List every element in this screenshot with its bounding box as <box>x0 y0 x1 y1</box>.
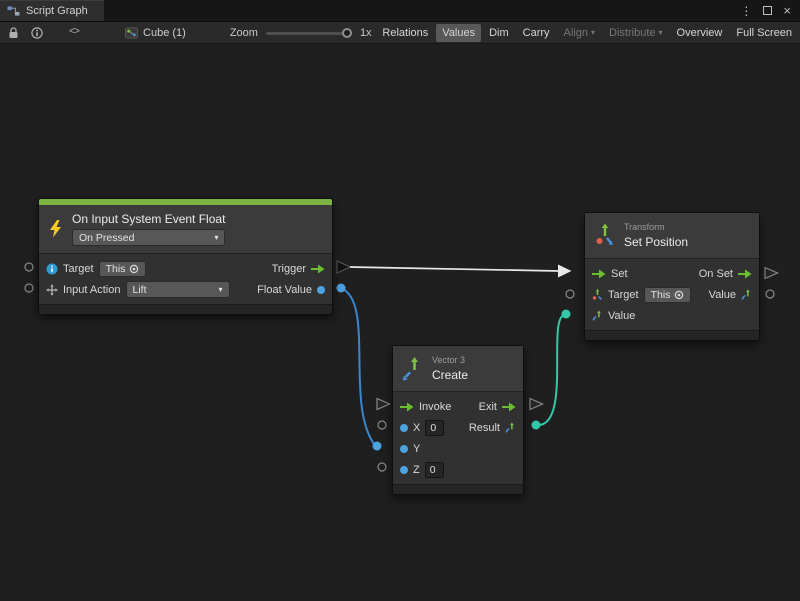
setposition-node-footer <box>585 330 759 340</box>
object-picker-icon <box>129 264 139 274</box>
setposition-value-output-port[interactable] <box>766 290 774 298</box>
node-on-input-system-event-float[interactable]: On Input System Event Float On Pressed ▾… <box>38 198 333 315</box>
control-arrow-icon[interactable] <box>311 264 325 274</box>
target-label: Target <box>63 263 94 275</box>
input-action-dropdown[interactable]: Lift ▾ <box>126 281 230 298</box>
vector3-y-input-port[interactable] <box>373 442 382 451</box>
setposition-value-row: Value <box>585 305 759 326</box>
y-label: Y <box>413 443 420 455</box>
exit-label: Exit <box>479 401 497 413</box>
event-floatvalue-output-port[interactable] <box>337 284 346 293</box>
x-port-dot[interactable] <box>400 424 408 432</box>
vector3-z-input-port[interactable] <box>378 463 386 471</box>
vector3-mini-icon <box>592 310 603 321</box>
setposition-target-input-port[interactable] <box>566 290 574 298</box>
setposition-target-object-button[interactable]: This <box>644 287 692 303</box>
vector3-result-output-port[interactable] <box>532 421 541 430</box>
event-mode-value: On Pressed <box>79 232 134 244</box>
vector3-mini-icon <box>505 422 516 433</box>
z-label: Z <box>413 464 420 476</box>
x-label: X <box>413 422 420 434</box>
vector3-mini-icon <box>741 289 752 300</box>
value-input-label: Value <box>608 310 635 322</box>
setposition-target-label: Target <box>608 289 639 301</box>
trigger-output-port[interactable] <box>337 261 350 273</box>
vector3-category: Vector 3 <box>432 355 468 365</box>
event-target-object-button[interactable]: This <box>99 261 147 277</box>
control-arrow-icon[interactable] <box>502 402 516 412</box>
z-value-field[interactable]: 0 <box>425 462 444 478</box>
setposition-title: Set Position <box>624 235 688 249</box>
edge-result-to-value <box>536 315 564 425</box>
invoke-label: Invoke <box>419 401 451 413</box>
vector3-invoke-row: Invoke Exit <box>393 396 523 417</box>
setposition-onset-output-port[interactable] <box>765 268 778 279</box>
edge-trigger-to-set <box>350 267 559 271</box>
set-label: Set <box>611 268 628 280</box>
event-node-footer <box>39 304 332 314</box>
vector3-node-header: Vector 3 Create <box>393 346 523 392</box>
vector3-invoke-input-port[interactable] <box>377 399 390 410</box>
object-picker-icon <box>674 290 684 300</box>
float-value-port-dot[interactable] <box>317 286 325 294</box>
y-port-dot[interactable] <box>400 445 408 453</box>
node-vector3-create[interactable]: Vector 3 Create Invoke Exit <box>392 345 524 495</box>
event-target-row: Target This Trigger <box>39 258 332 279</box>
transform-mini-icon <box>592 289 603 301</box>
chevron-down-icon: ▾ <box>214 234 218 242</box>
vector3-title: Create <box>432 368 468 382</box>
script-graph-window: Script Graph ⋮ × <> <box>0 0 800 601</box>
vector3-x-row: X 0 Result <box>393 417 523 438</box>
input-action-value: Lift <box>133 284 147 296</box>
transform-icon <box>595 223 615 249</box>
on-set-label: On Set <box>699 268 733 280</box>
vector3-exit-output-port[interactable] <box>530 399 543 410</box>
vector3-z-row: Z 0 <box>393 459 523 480</box>
x-value-field[interactable]: 0 <box>425 420 444 436</box>
value-output-label: Value <box>709 289 736 301</box>
setposition-value-input-port[interactable] <box>562 310 571 319</box>
vector3-icon <box>401 355 423 383</box>
event-node-header: On Input System Event Float On Pressed ▾ <box>39 205 332 254</box>
event-target-input-port[interactable] <box>25 263 33 271</box>
control-arrow-icon[interactable] <box>400 402 414 412</box>
event-inputaction-input-port[interactable] <box>25 284 33 292</box>
trigger-label: Trigger <box>272 263 306 275</box>
gameobject-icon <box>46 263 58 275</box>
input-action-icon <box>46 284 58 296</box>
result-label: Result <box>469 422 500 434</box>
setposition-node-header: Transform Set Position <box>585 213 759 259</box>
vector3-x-input-port[interactable] <box>378 421 386 429</box>
edge-arrowhead <box>558 265 572 278</box>
vector3-node-footer <box>393 484 523 494</box>
setposition-category: Transform <box>624 222 688 232</box>
vector3-y-row: Y <box>393 438 523 459</box>
control-arrow-icon[interactable] <box>592 269 606 279</box>
lightning-bolt-icon <box>48 220 63 238</box>
chevron-down-icon: ▾ <box>218 286 222 294</box>
event-inputaction-row: Input Action Lift ▾ Float Value <box>39 279 332 300</box>
input-action-label: Input Action <box>63 284 121 296</box>
float-value-label: Float Value <box>257 284 312 296</box>
z-port-dot[interactable] <box>400 466 408 474</box>
control-arrow-icon[interactable] <box>738 269 752 279</box>
setposition-target-row: Target This Value <box>585 284 759 305</box>
event-node-title: On Input System Event Float <box>72 212 225 226</box>
edge-floatvalue-to-y <box>341 288 374 444</box>
setposition-set-row: Set On Set <box>585 263 759 284</box>
node-transform-set-position[interactable]: Transform Set Position Set On Set <box>584 212 760 341</box>
event-mode-dropdown[interactable]: On Pressed ▾ <box>72 229 225 246</box>
